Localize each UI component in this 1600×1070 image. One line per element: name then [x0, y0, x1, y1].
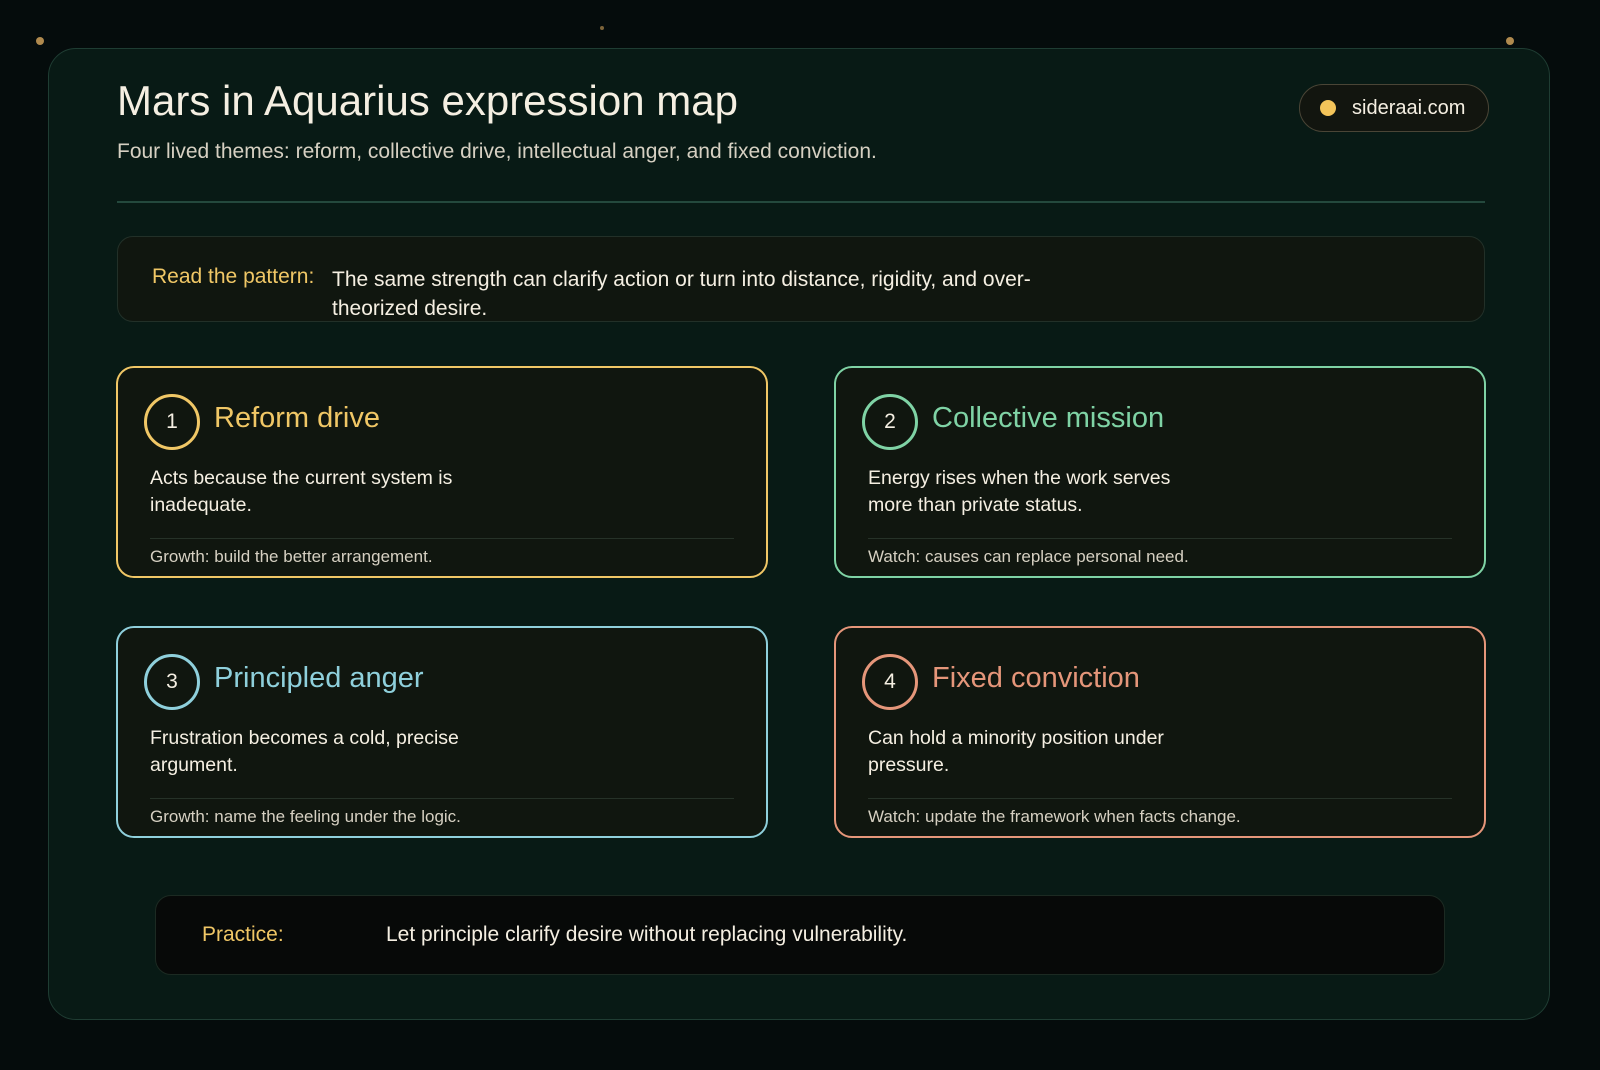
theme-note: Growth: name the feeling under the logic… [150, 807, 461, 826]
theme-number-badge: 4 [862, 654, 918, 710]
header-divider [117, 201, 1485, 203]
card-divider [868, 798, 1452, 799]
theme-note: Watch: update the framework when facts c… [868, 807, 1241, 826]
page-title: Mars in Aquarius expression map [117, 77, 738, 124]
theme-note: Watch: causes can replace personal need. [868, 547, 1189, 566]
brand-link[interactable]: sideraai.com [1352, 97, 1465, 120]
theme-title: Fixed conviction [932, 662, 1140, 694]
theme-description: Energy rises when the work serves more t… [868, 467, 1171, 516]
theme-number-badge: 2 [862, 394, 918, 450]
card-divider [868, 538, 1452, 539]
practice-text: Let principle clarify desire without rep… [386, 923, 908, 946]
theme-card-reform-drive: 1 Reform drive Acts because the current … [116, 366, 768, 578]
theme-number-badge: 3 [144, 654, 200, 710]
theme-card-principled-anger: 3 Principled anger Frustration becomes a… [116, 626, 768, 838]
card-divider [150, 798, 734, 799]
practice-label: Practice: [202, 923, 284, 946]
brand-dot-icon [1320, 100, 1336, 116]
pattern-text: The same strength can clarify action or … [332, 268, 1031, 320]
theme-description: Can hold a minority position under press… [868, 727, 1164, 776]
theme-note: Growth: build the better arrangement. [150, 547, 433, 566]
theme-description: Frustration becomes a cold, precise argu… [150, 727, 459, 776]
theme-number-badge: 1 [144, 394, 200, 450]
pattern-callout: Read the pattern: The same strength can … [117, 236, 1485, 322]
card-divider [150, 538, 734, 539]
practice-callout: Practice: Let principle clarify desire w… [155, 895, 1445, 975]
corner-dot-right [1506, 37, 1514, 45]
page-subtitle: Four lived themes: reform, collective dr… [117, 140, 877, 163]
theme-title: Collective mission [932, 402, 1165, 434]
theme-title: Reform drive [214, 402, 380, 434]
theme-description: Acts because the current system is inade… [150, 467, 453, 516]
corner-dot-left [36, 37, 44, 45]
theme-title: Principled anger [214, 662, 424, 694]
top-center-dot [600, 26, 604, 30]
theme-card-fixed-conviction: 4 Fixed conviction Can hold a minority p… [834, 626, 1486, 838]
theme-card-collective-mission: 2 Collective mission Energy rises when t… [834, 366, 1486, 578]
expression-map-panel: Mars in Aquarius expression map Four liv… [48, 48, 1550, 1020]
brand-badge[interactable]: sideraai.com [1299, 84, 1489, 132]
pattern-label: Read the pattern: [152, 265, 315, 288]
